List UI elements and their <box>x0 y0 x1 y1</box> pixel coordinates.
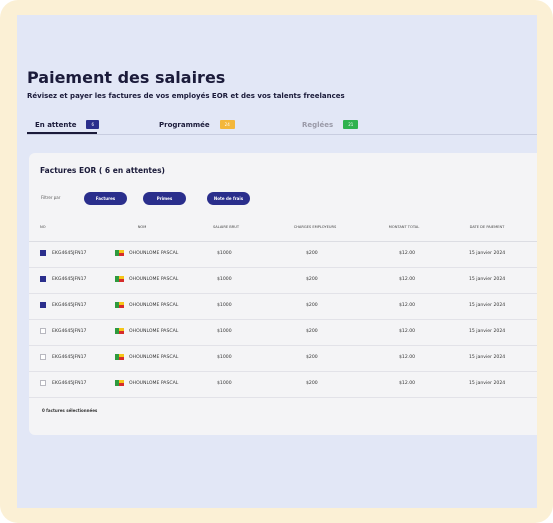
benin-flag-icon <box>115 328 124 334</box>
employer-charges: $200 <box>306 329 318 334</box>
total-amount: $12.00 <box>399 381 416 386</box>
salary: $1000 <box>217 303 232 308</box>
table-header: NO NOM SALAIRE BRUT CHARGES EMPLOYEURS M… <box>29 219 537 242</box>
row-checkbox[interactable] <box>40 354 46 360</box>
row-checkbox[interactable] <box>40 276 46 282</box>
employer-charges: $200 <box>306 251 318 256</box>
salary: $1000 <box>217 251 232 256</box>
invoice-id: EKG4645JFN17 <box>52 329 87 334</box>
page-title: Paiement des salaires <box>27 68 226 87</box>
payment-date: 15 janvier 2024 <box>469 381 506 386</box>
salary: $1000 <box>217 329 232 334</box>
tab-programmee[interactable]: Programmée 24 <box>159 120 235 129</box>
count-badge: 6 <box>86 120 99 129</box>
invoice-id: EKG4645JFN17 <box>52 303 87 308</box>
total-amount: $12.00 <box>399 251 416 256</box>
filter-primes-button[interactable]: Primes <box>143 192 186 205</box>
count-badge: 24 <box>219 120 235 129</box>
benin-flag-icon <box>115 250 124 256</box>
invoice-id: EKG4645JFN17 <box>52 277 87 282</box>
row-checkbox[interactable] <box>40 302 46 308</box>
invoice-id: EKG4645JFN17 <box>52 355 87 360</box>
row-checkbox[interactable] <box>40 380 46 386</box>
table-row[interactable]: EKG4645JFN17 OHOUNLOME PASCAL $1000 $200… <box>29 320 537 346</box>
employer-charges: $200 <box>306 355 318 360</box>
employer-charges: $200 <box>306 381 318 386</box>
table-row[interactable]: EKG4645JFN17 OHOUNLOME PASCAL $1000 $200… <box>29 346 537 372</box>
page-subtitle: Révisez et payer les factures de vos emp… <box>27 92 345 100</box>
column-header-date: DATE DE PAIEMENT <box>469 225 505 229</box>
count-badge: 21 <box>343 120 359 129</box>
employer-charges: $200 <box>306 303 318 308</box>
payment-date: 15 janvier 2024 <box>469 277 506 282</box>
column-header-salaire-brut: SALAIRE BRUT <box>212 225 240 229</box>
salary: $1000 <box>217 277 232 282</box>
table-row[interactable]: EKG4645JFN17 OHOUNLOME PASCAL $1000 $200… <box>29 294 537 320</box>
tab-reglees[interactable]: Reglées 21 <box>302 120 359 129</box>
card-title: Factures EOR ( 6 en attentes) <box>40 166 165 175</box>
employee-name: OHOUNLOME PASCAL <box>129 381 179 386</box>
payment-date: 15 janvier 2024 <box>469 303 506 308</box>
employee-name: OHOUNLOME PASCAL <box>129 277 179 282</box>
frame: Paiement des salaires Révisez et payer l… <box>0 0 553 523</box>
row-checkbox[interactable] <box>40 250 46 256</box>
invoice-id: EKG4645JFN17 <box>52 251 87 256</box>
selection-count: 0 factures sélectionnées <box>42 408 98 413</box>
employee-name: OHOUNLOME PASCAL <box>129 303 179 308</box>
tab-label: Programmée <box>159 120 210 129</box>
invoice-id: EKG4645JFN17 <box>52 381 87 386</box>
filter-factures-button[interactable]: Factures <box>84 192 127 205</box>
payment-date: 15 janvier 2024 <box>469 355 506 360</box>
table-row[interactable]: EKG4645JFN17 OHOUNLOME PASCAL $1000 $200… <box>29 268 537 294</box>
column-header-charges: CHARGES EMPLOYEURS <box>293 225 337 229</box>
employee-name: OHOUNLOME PASCAL <box>129 251 179 256</box>
benin-flag-icon <box>115 380 124 386</box>
invoices-card: Factures EOR ( 6 en attentes) Filtrer pa… <box>29 153 537 435</box>
benin-flag-icon <box>115 276 124 282</box>
table-row[interactable]: EKG4645JFN17 OHOUNLOME PASCAL $1000 $200… <box>29 242 537 268</box>
column-header-montant-total: MONTANT TOTAL <box>388 225 420 229</box>
total-amount: $12.00 <box>399 329 416 334</box>
payment-date: 15 janvier 2024 <box>469 329 506 334</box>
column-header-no: NO <box>40 225 46 229</box>
salary: $1000 <box>217 381 232 386</box>
filter-note-de-frais-button[interactable]: Note de frais <box>207 192 250 205</box>
employer-charges: $200 <box>306 277 318 282</box>
employee-name: OHOUNLOME PASCAL <box>129 329 179 334</box>
salary: $1000 <box>217 355 232 360</box>
tab-label: Reglées <box>302 120 334 129</box>
benin-flag-icon <box>115 354 124 360</box>
filter-label: Filtrer par <box>41 195 61 200</box>
employee-name: OHOUNLOME PASCAL <box>129 355 179 360</box>
table-row[interactable]: EKG4645JFN17 OHOUNLOME PASCAL $1000 $200… <box>29 372 537 398</box>
tab-en-attente[interactable]: En attente 6 <box>35 120 99 129</box>
row-checkbox[interactable] <box>40 328 46 334</box>
total-amount: $12.00 <box>399 303 416 308</box>
tab-label: En attente <box>35 120 77 129</box>
total-amount: $12.00 <box>399 277 416 282</box>
payment-date: 15 janvier 2024 <box>469 251 506 256</box>
total-amount: $12.00 <box>399 355 416 360</box>
tabs-divider <box>27 134 537 135</box>
column-header-nom: NOM <box>137 225 147 229</box>
screen: Paiement des salaires Révisez et payer l… <box>17 15 537 508</box>
benin-flag-icon <box>115 302 124 308</box>
